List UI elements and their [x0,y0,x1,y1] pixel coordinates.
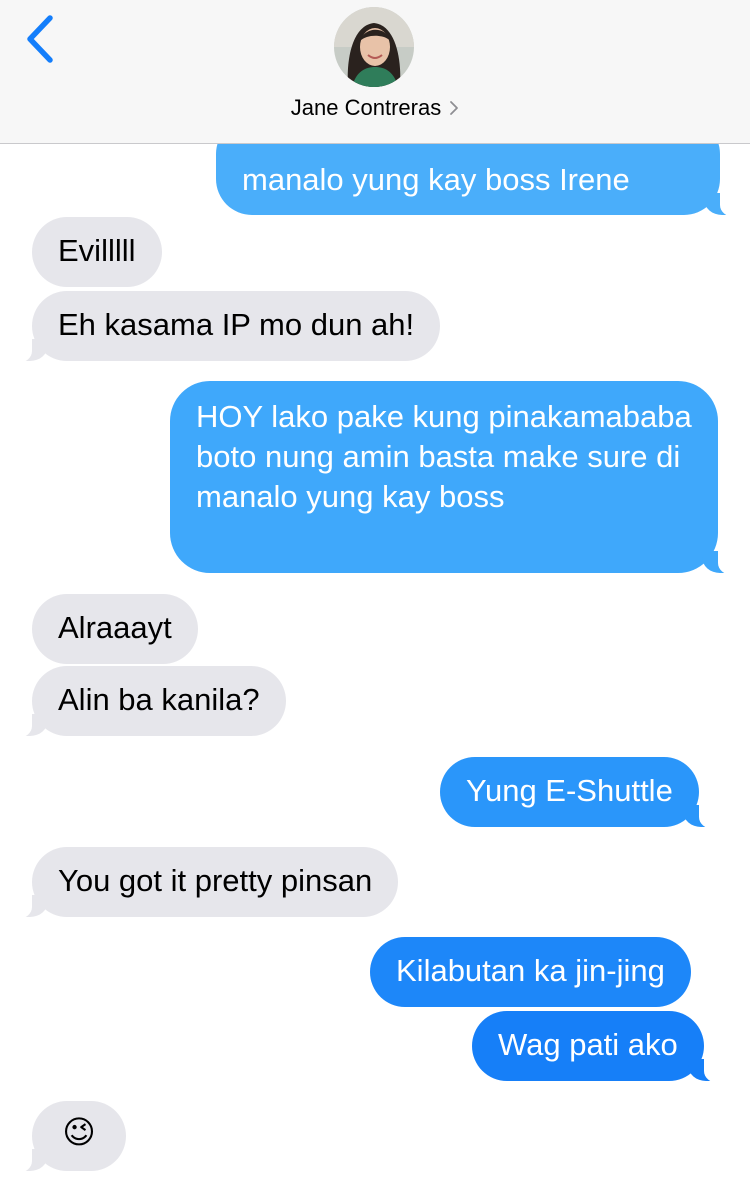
message-text: HOY lako pake kung pinakamababa boto nun… [196,399,692,514]
contact-avatar[interactable] [334,7,414,87]
message-bubble-incoming[interactable]: Eh kasama IP mo dun ah! [9,291,441,363]
avatar-photo [334,7,414,87]
message-text: Kilabutan ka jin-jing [396,953,665,988]
message-bubble-incoming[interactable]: Alin ba kanila? [10,666,286,738]
conversation-header: Jane Contreras [0,0,750,144]
message-text: Eh kasama IP mo dun ah! [58,307,415,342]
chevron-right-icon [449,93,459,125]
message-thread[interactable]: manalo yung kay boss Irene Evilllll Eh k… [0,0,750,1189]
message-bubble-outgoing[interactable]: Kilabutan ka jin-jing [370,937,691,1007]
message-text: Alraaayt [58,610,172,645]
message-text: You got it pretty pinsan [58,863,373,898]
chevron-left-icon [27,15,53,63]
message-bubble-outgoing[interactable]: Wag pati ako [472,1011,726,1083]
message-text: Evilllll [58,233,136,268]
back-button[interactable] [18,14,66,66]
contact-name-button[interactable]: Jane Contreras [0,92,750,125]
message-bubble-incoming[interactable]: 😉 [10,1101,126,1173]
message-bubble-outgoing[interactable]: HOY lako pake kung pinakamababa boto nun… [170,381,740,575]
message-text: Wag pati ako [498,1027,678,1062]
message-bubble-outgoing[interactable]: Yung E-Shuttle [440,757,721,829]
contact-name: Jane Contreras [290,95,442,120]
message-text: Yung E-Shuttle [466,773,673,808]
message-text: Alin ba kanila? [58,682,260,717]
message-bubble-incoming[interactable]: Evilllll [32,217,162,287]
message-bubble-incoming[interactable]: You got it pretty pinsan [9,847,399,919]
wink-emoji: 😉 [62,1113,96,1151]
message-text: manalo yung kay boss Irene [242,162,630,197]
message-bubble-incoming[interactable]: Alraaayt [32,594,198,664]
